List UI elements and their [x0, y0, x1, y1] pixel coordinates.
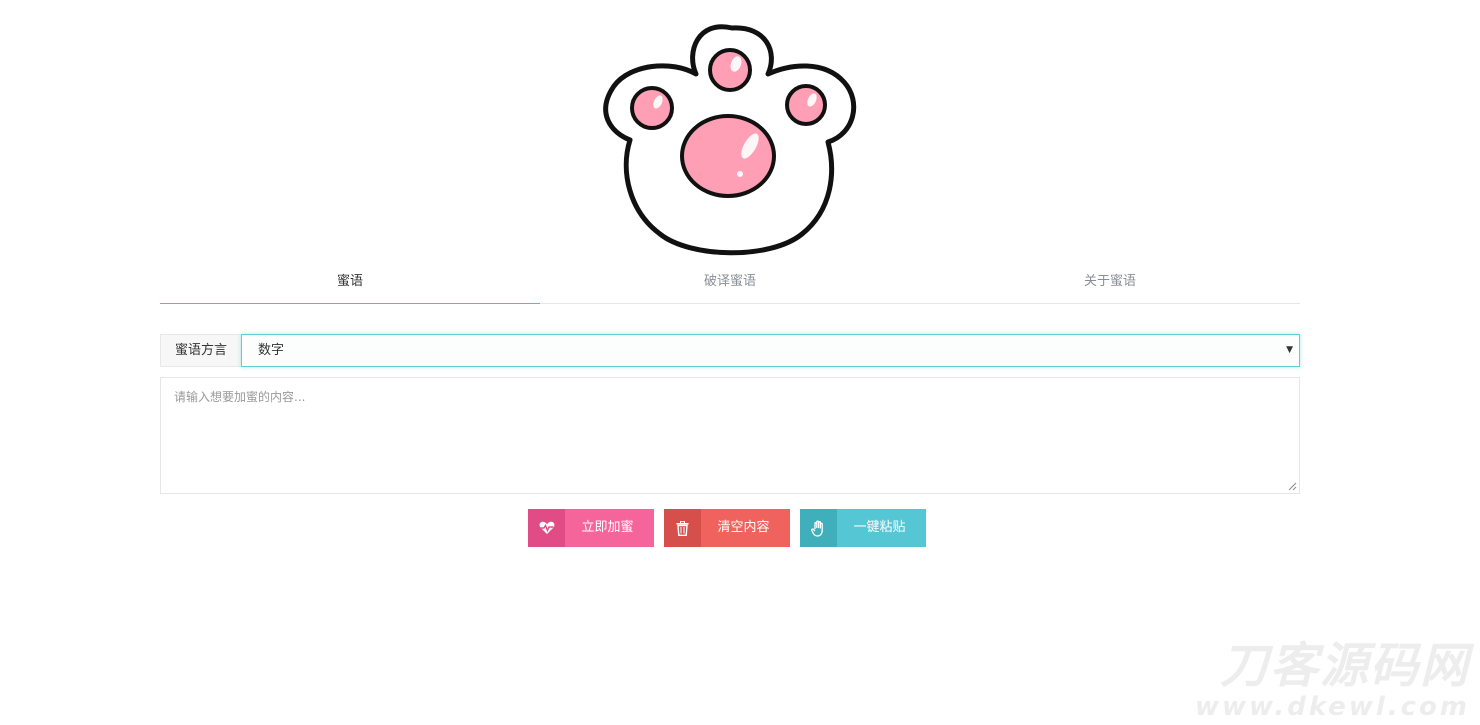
hand-icon — [800, 509, 837, 547]
tab-decrypt-miyu[interactable]: 破译蜜语 — [540, 265, 920, 303]
dialect-select-group: 蜜语方言 数字 ▼ — [160, 334, 1300, 367]
clear-button[interactable]: 清空内容 — [664, 509, 790, 547]
encrypt-button-label: 立即加蜜 — [581, 520, 634, 535]
textarea-placeholder: 请输入想要加蜜的内容... — [174, 390, 306, 404]
content-textarea[interactable]: 请输入想要加蜜的内容... — [160, 377, 1300, 494]
clear-button-label: 清空内容 — [717, 520, 770, 535]
watermark: 刀客源码网 www.dkewl.com — [1186, 640, 1470, 722]
encrypt-button[interactable]: 立即加蜜 — [528, 509, 654, 547]
watermark-en: www.dkewl.com — [1194, 692, 1470, 722]
dialect-label: 蜜语方言 — [160, 334, 241, 367]
dialect-selected-value: 数字 — [258, 343, 285, 358]
resize-handle-icon[interactable] — [1288, 482, 1297, 491]
dialect-select[interactable]: 数字 ▼ — [241, 334, 1300, 367]
heartbeat-icon — [528, 509, 565, 547]
dropdown-caret-icon: ▼ — [1286, 345, 1293, 355]
tab-about-miyu[interactable]: 关于蜜语 — [920, 265, 1300, 303]
paste-button[interactable]: 一键粘贴 — [800, 509, 926, 547]
page: 蜜语 破译蜜语 关于蜜语 蜜语方言 数字 ▼ 请输入想要加蜜的内容... 立即加… — [0, 0, 1480, 725]
watermark-cn: 刀客源码网 — [1219, 638, 1470, 694]
tab-miyu[interactable]: 蜜语 — [160, 265, 540, 304]
paste-button-label: 一键粘贴 — [853, 520, 906, 535]
cat-paw-icon — [603, 24, 857, 256]
trash-icon — [664, 509, 701, 547]
tab-bar: 蜜语 破译蜜语 关于蜜语 — [160, 265, 1300, 304]
